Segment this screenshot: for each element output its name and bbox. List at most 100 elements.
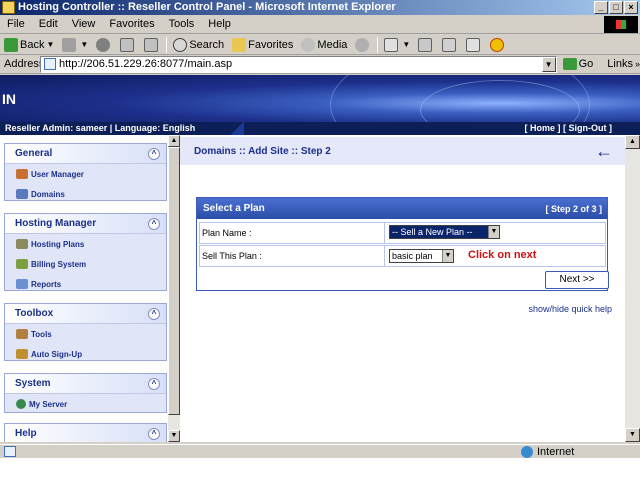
back-dropdown-icon[interactable]: ▼: [46, 40, 54, 49]
stop-button[interactable]: [92, 36, 116, 54]
search-button[interactable]: Search: [169, 36, 228, 54]
mail-button[interactable]: ▼: [380, 36, 414, 54]
address-dropdown-icon[interactable]: ▼: [541, 56, 556, 72]
browser-toolbar: Back ▼ ▼ Search Favorites Media ▼: [0, 35, 640, 55]
print-button[interactable]: [414, 36, 438, 54]
step-indicator: [ Step 2 of 3 ]: [545, 203, 602, 214]
menu-tools[interactable]: Tools: [162, 18, 202, 30]
stop-icon: [96, 37, 111, 52]
collapse-chevron-icon[interactable]: ^: [148, 377, 160, 390]
menu-view[interactable]: View: [65, 18, 103, 30]
sidebar-item-reports[interactable]: Reports: [5, 274, 166, 294]
scroll-up-icon[interactable]: ▲: [625, 135, 640, 149]
sidebar-item-my-server[interactable]: My Server: [5, 394, 166, 414]
favorites-icon: [232, 37, 247, 52]
sidebar: General ^ User Manager Domains Hosting M…: [0, 135, 168, 442]
desktop-area: [0, 458, 640, 480]
internet-globe-icon: [521, 446, 533, 458]
scroll-up-icon[interactable]: ▲: [168, 135, 180, 147]
home-link[interactable]: [ Home ]: [524, 123, 560, 133]
go-arrow-icon: [562, 58, 577, 70]
sidebar-item-hosting-plans[interactable]: Hosting Plans: [5, 234, 166, 254]
back-label: Back: [20, 38, 45, 51]
forward-button[interactable]: ▼: [58, 36, 92, 54]
breadcrumb: Domains :: Add Site :: Step 2: [194, 146, 331, 157]
sidebar-item-label: Reports: [31, 279, 62, 289]
print-icon: [418, 37, 433, 52]
sidebar-item-auto-signup[interactable]: Auto Sign-Up: [5, 344, 166, 364]
messenger-button[interactable]: [486, 36, 510, 54]
sidebar-item-label: Domains: [31, 189, 65, 199]
plan-box-title: Select a Plan: [203, 203, 265, 214]
edit-button[interactable]: [438, 36, 462, 54]
panel-title: Help: [15, 428, 37, 439]
scroll-down-icon[interactable]: ▼: [625, 428, 640, 442]
links-chevron-icon[interactable]: »: [635, 59, 640, 69]
media-button[interactable]: Media: [297, 36, 351, 54]
signout-link[interactable]: [ Sign-Out ]: [563, 123, 612, 133]
home-button[interactable]: [140, 36, 164, 54]
toolbar-separator: [166, 36, 168, 53]
panel-header[interactable]: General ^: [5, 144, 166, 164]
favorites-button[interactable]: Favorites: [228, 36, 297, 54]
panel-header[interactable]: System ^: [5, 374, 166, 394]
plan-name-value: -- Sell a New Plan --: [392, 227, 473, 237]
sell-plan-select[interactable]: basic plan ▼: [389, 249, 454, 263]
menu-favorites[interactable]: Favorites: [102, 18, 161, 30]
sidebar-item-label: Billing System: [31, 259, 87, 269]
sell-plan-value: basic plan: [392, 251, 433, 261]
history-button[interactable]: [351, 36, 375, 54]
sidebar-scrollbar[interactable]: ▲ ▼: [168, 135, 180, 442]
collapse-chevron-icon[interactable]: ^: [148, 147, 160, 160]
quick-help-toggle-link[interactable]: show/hide quick help: [528, 304, 612, 314]
sidebar-item-tools[interactable]: Tools: [5, 324, 166, 344]
click-next-hint: Click on next: [468, 249, 537, 261]
scroll-down-icon[interactable]: ▼: [168, 430, 180, 442]
header-banner: IN: [0, 75, 640, 165]
collapse-chevron-icon[interactable]: ^: [148, 307, 160, 320]
sidebar-item-billing-system[interactable]: Billing System: [5, 254, 166, 274]
next-button[interactable]: Next >>: [545, 271, 609, 289]
panel-header[interactable]: Toolbox ^: [5, 304, 166, 324]
back-arrow-icon[interactable]: ←: [595, 142, 613, 160]
panel-header[interactable]: Help ^: [5, 424, 166, 442]
billing-icon: [16, 259, 28, 269]
favorites-label: Favorites: [248, 38, 294, 51]
chevron-down-icon[interactable]: ▼: [442, 250, 453, 262]
plan-name-select[interactable]: -- Sell a New Plan -- ▼: [389, 225, 500, 239]
mail-dropdown-icon[interactable]: ▼: [402, 40, 410, 49]
forward-dropdown-icon[interactable]: ▼: [80, 40, 88, 49]
sidebar-item-domains[interactable]: Domains: [5, 184, 166, 204]
row-divider: [384, 246, 385, 266]
search-icon: [173, 37, 188, 52]
discuss-button[interactable]: [462, 36, 486, 54]
address-input[interactable]: http://206.51.229.26:8077/main.asp ▼: [40, 55, 557, 73]
menu-edit[interactable]: Edit: [32, 18, 65, 30]
menu-help[interactable]: Help: [201, 18, 238, 30]
menu-file[interactable]: File: [0, 18, 32, 30]
minimize-button[interactable]: _: [594, 1, 608, 14]
main-scrollbar[interactable]: ▲ ▼: [625, 135, 640, 442]
select-plan-box: Select a Plan [ Step 2 of 3 ] Plan Name …: [196, 197, 609, 291]
close-button[interactable]: ×: [624, 1, 638, 14]
window-title-bar: Hosting Controller :: Reseller Control P…: [0, 0, 640, 15]
chevron-down-icon[interactable]: ▼: [488, 226, 499, 238]
maximize-button[interactable]: □: [609, 1, 623, 14]
sidebar-item-user-manager[interactable]: User Manager: [5, 164, 166, 184]
collapse-chevron-icon[interactable]: ^: [148, 217, 160, 230]
links-button[interactable]: Links: [607, 58, 633, 70]
toolbar-separator: [377, 36, 379, 53]
panel-header[interactable]: Hosting Manager ^: [5, 214, 166, 234]
users-icon: [16, 169, 28, 179]
scroll-thumb[interactable]: [168, 147, 180, 415]
go-button[interactable]: Go: [562, 58, 593, 70]
status-bar: Internet: [0, 444, 640, 458]
refresh-button[interactable]: [116, 36, 140, 54]
sidebar-item-label: My Server: [29, 399, 68, 409]
panel-title: Toolbox: [15, 308, 54, 319]
back-button[interactable]: Back ▼: [0, 36, 58, 54]
sidebar-panel-toolbox: Toolbox ^ Tools Auto Sign-Up: [4, 303, 167, 361]
sidebar-item-label: Auto Sign-Up: [31, 349, 83, 359]
collapse-chevron-icon[interactable]: ^: [148, 427, 160, 440]
page-viewport: IN Reseller Admin: sameer | Language: En…: [0, 75, 640, 442]
